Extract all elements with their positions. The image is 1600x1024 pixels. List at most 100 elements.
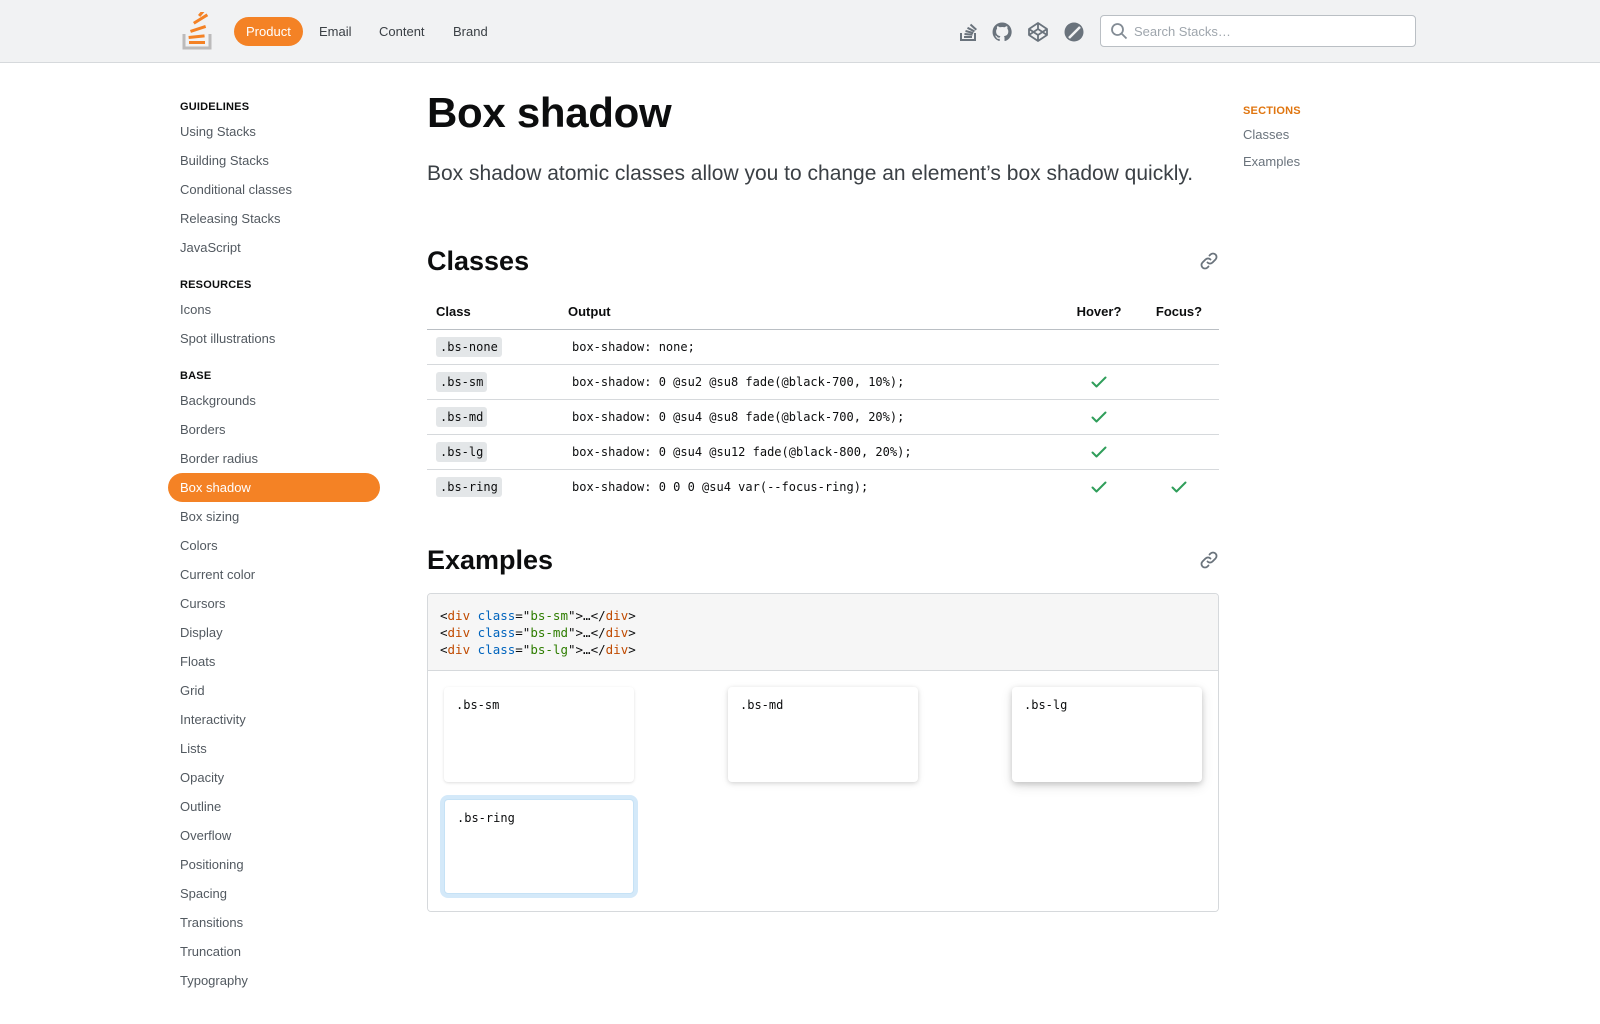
class-cell: .bs-md xyxy=(427,399,559,435)
stack-overflow-icon[interactable] xyxy=(957,21,979,43)
output-cell: box-shadow: 0 @su4 @su12 fade(@black-800… xyxy=(559,434,1059,470)
output-code: box-shadow: 0 @su2 @su8 fade(@black-700,… xyxy=(572,374,905,389)
hover-cell xyxy=(1059,469,1139,504)
main-content: Box shadow Box shadow atomic classes all… xyxy=(427,85,1219,912)
search-icon xyxy=(1110,22,1128,40)
sidebar-item-outline[interactable]: Outline xyxy=(168,792,380,821)
sidebar-item-opacity[interactable]: Opacity xyxy=(168,763,380,792)
sidebar-item-javascript[interactable]: JavaScript xyxy=(168,233,380,262)
page-lead: Box shadow atomic classes allow you to c… xyxy=(427,162,1194,185)
column-header-class: Class xyxy=(427,295,559,330)
hover-cell xyxy=(1059,364,1139,400)
sidebar-item-positioning[interactable]: Positioning xyxy=(168,850,380,879)
sidebar-item-conditional-classes[interactable]: Conditional classes xyxy=(168,175,380,204)
sidebar-item-box-sizing[interactable]: Box sizing xyxy=(168,502,380,531)
sidebar-item-box-shadow[interactable]: Box shadow xyxy=(168,473,380,502)
check-icon xyxy=(1090,373,1108,391)
sidebar-item-floats[interactable]: Floats xyxy=(168,647,380,676)
code-snippet: <div class="bs-sm">…</div> <div class="bs… xyxy=(428,594,1218,671)
sidebar-item-building-stacks[interactable]: Building Stacks xyxy=(168,146,380,175)
sidebar-item-spacing[interactable]: Spacing xyxy=(168,879,380,908)
demo-card-sm: .bs-sm xyxy=(444,687,634,782)
class-name-code: .bs-md xyxy=(436,406,488,427)
sidebar-item-using-stacks[interactable]: Using Stacks xyxy=(168,117,380,146)
sidebar-group-base: BASE Backgrounds Borders Border radius Box s… xyxy=(168,366,380,995)
stacks-logo-icon[interactable] xyxy=(182,2,216,50)
nav-content[interactable]: Content xyxy=(367,17,437,46)
column-header-hover: Hover? xyxy=(1059,295,1139,330)
search-field[interactable] xyxy=(1100,15,1416,47)
output-code: box-shadow: 0 0 0 @su4 var(--focus-ring)… xyxy=(572,479,869,494)
class-name-code: .bs-lg xyxy=(436,441,488,462)
left-sidebar: GUIDELINES Using Stacks Building Stacks Con… xyxy=(168,85,380,1008)
sidebar-item-border-radius[interactable]: Border radius xyxy=(168,444,380,473)
sidebar-item-spot-illustrations[interactable]: Spot illustrations xyxy=(168,324,380,353)
classes-table: Class Output Hover? Focus? .bs-none box-s… xyxy=(427,295,1219,504)
table-row: .bs-md box-shadow: 0 @su4 @su8 fade(@blac… xyxy=(427,399,1219,435)
check-icon xyxy=(1090,443,1108,461)
sidebar-item-transitions[interactable]: Transitions xyxy=(168,908,380,937)
code-line: <div class="bs-sm">…</div> xyxy=(440,608,636,623)
examples-link-icon[interactable] xyxy=(1199,550,1219,570)
hover-cell xyxy=(1059,434,1139,470)
class-cell: .bs-lg xyxy=(427,434,559,470)
sidebar-item-interactivity[interactable]: Interactivity xyxy=(168,705,380,734)
sidebar-item-typography[interactable]: Typography xyxy=(168,966,380,995)
output-cell: box-shadow: none; xyxy=(559,329,1059,365)
sidebar-item-grid[interactable]: Grid xyxy=(168,676,380,705)
demo-card-lg: .bs-lg xyxy=(1012,687,1202,782)
sidebar-item-borders[interactable]: Borders xyxy=(168,415,380,444)
output-code: box-shadow: 0 @su4 @su8 fade(@black-700,… xyxy=(572,409,905,424)
nav-product[interactable]: Product xyxy=(234,17,303,46)
sidebar-group-guidelines: GUIDELINES Using Stacks Building Stacks Con… xyxy=(168,97,380,262)
classes-link-icon[interactable] xyxy=(1199,251,1219,271)
sidebar-item-releasing-stacks[interactable]: Releasing Stacks xyxy=(168,204,380,233)
sidebar-heading: GUIDELINES xyxy=(180,101,250,113)
github-icon[interactable] xyxy=(991,21,1013,43)
codepen-icon[interactable] xyxy=(1027,21,1049,43)
table-row: .bs-sm box-shadow: 0 @su2 @su8 fade(@blac… xyxy=(427,364,1219,400)
focus-cell xyxy=(1139,434,1219,470)
sidebar-item-display[interactable]: Display xyxy=(168,618,380,647)
focus-cell xyxy=(1139,364,1219,400)
sidebar-item-backgrounds[interactable]: Backgrounds xyxy=(168,386,380,415)
output-cell: box-shadow: 0 @su2 @su8 fade(@black-700,… xyxy=(559,364,1059,400)
toc-item-examples[interactable]: Examples xyxy=(1243,148,1393,175)
check-icon xyxy=(1090,408,1108,426)
sidebar-item-truncation[interactable]: Truncation xyxy=(168,937,380,966)
demo-area: .bs-sm .bs-md .bs-lg .bs-ring xyxy=(428,671,1218,911)
toc-item-classes[interactable]: Classes xyxy=(1243,121,1393,148)
hover-cell xyxy=(1059,329,1139,365)
demo-card-ring: .bs-ring xyxy=(444,799,634,894)
sidebar-item-overflow[interactable]: Overflow xyxy=(168,821,380,850)
toc-heading: SECTIONS xyxy=(1243,105,1301,117)
theme-toggle-icon[interactable] xyxy=(1063,21,1085,43)
output-cell: box-shadow: 0 @su4 @su8 fade(@black-700,… xyxy=(559,399,1059,435)
class-name-code: .bs-none xyxy=(436,336,502,357)
demo-card-md: .bs-md xyxy=(728,687,918,782)
sidebar-group-resources: RESOURCES Icons Spot illustrations xyxy=(168,275,380,353)
nav-email[interactable]: Email xyxy=(307,17,364,46)
table-row: .bs-ring box-shadow: 0 0 0 @su4 var(--foc… xyxy=(427,469,1219,504)
column-header-focus: Focus? xyxy=(1139,295,1219,330)
column-header-output: Output xyxy=(559,295,1059,330)
sidebar-item-current-color[interactable]: Current color xyxy=(168,560,380,589)
sections-toc: SECTIONS Classes Examples xyxy=(1243,101,1393,175)
examples-section-header: Examples xyxy=(427,540,1219,580)
focus-cell xyxy=(1139,399,1219,435)
hover-cell xyxy=(1059,399,1139,435)
class-cell: .bs-sm xyxy=(427,364,559,400)
sidebar-item-cursors[interactable]: Cursors xyxy=(168,589,380,618)
search-input[interactable] xyxy=(1134,16,1409,46)
nav-brand[interactable]: Brand xyxy=(441,17,500,46)
output-code: box-shadow: none; xyxy=(572,339,695,354)
sidebar-item-colors[interactable]: Colors xyxy=(168,531,380,560)
classes-section-header: Classes xyxy=(427,241,1219,281)
class-cell: .bs-ring xyxy=(427,469,559,504)
table-header-row: Class Output Hover? Focus? xyxy=(427,295,1219,330)
code-line: <div class="bs-lg">…</div> xyxy=(440,642,636,657)
sidebar-item-icons[interactable]: Icons xyxy=(168,295,380,324)
check-icon xyxy=(1170,478,1188,496)
sidebar-item-lists[interactable]: Lists xyxy=(168,734,380,763)
table-row: .bs-none box-shadow: none; xyxy=(427,329,1219,365)
